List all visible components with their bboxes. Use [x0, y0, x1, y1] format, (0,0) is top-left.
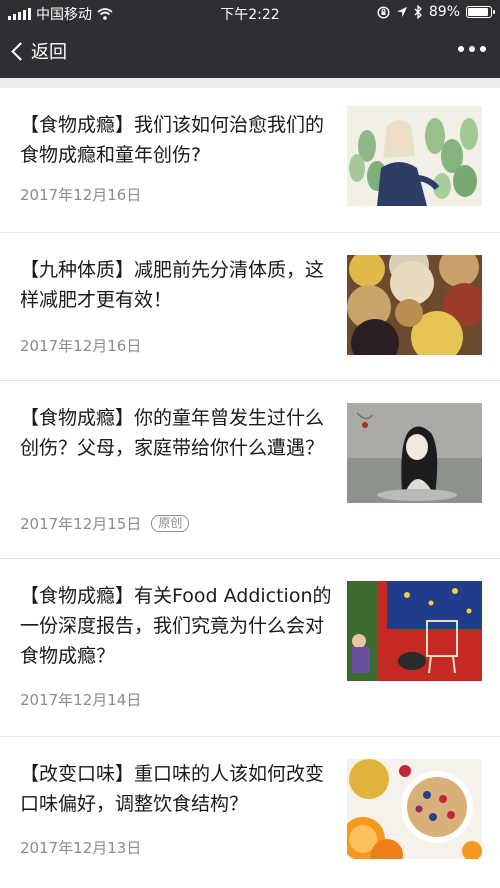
battery-icon — [466, 6, 495, 18]
more-dot — [458, 46, 464, 52]
article-date: 2017年12月15日 — [20, 515, 142, 533]
original-badge: 原创 — [151, 515, 190, 532]
article-title: 【食物成瘾】你的童年曾发生过什么创伤？父母，家庭带给你什么遭遇？ — [20, 407, 325, 459]
location-icon — [396, 7, 407, 17]
article-date: 2017年12月16日 — [20, 337, 142, 355]
article-item[interactable]: 【九种体质】减肥前先分清体质，这样减肥才更有效！ 2017年12月16日 — [0, 233, 500, 381]
article-thumbnail — [347, 403, 482, 503]
more-button[interactable] — [458, 46, 486, 52]
orientation-lock-icon — [377, 5, 390, 19]
battery-fill — [468, 8, 488, 16]
article-meta: 2017年12月16日 — [20, 184, 141, 205]
status-bar: 中国移动 下午2:22 89% — [0, 0, 500, 26]
article-title: 【食物成瘾】有关Food Addiction的一份深度报告，我们究竟为什么会对食… — [20, 585, 332, 667]
article-item[interactable]: 【食物成瘾】有关Food Addiction的一份深度报告，我们究竟为什么会对食… — [0, 559, 500, 737]
article-meta: 2017年12月15日 原创 — [20, 513, 190, 534]
article-date: 2017年12月14日 — [20, 691, 142, 709]
article-meta: 2017年12月16日 — [20, 335, 141, 356]
article-meta: 2017年12月14日 — [20, 689, 141, 710]
article-thumbnail — [347, 255, 482, 355]
nav-bar: 返回 — [0, 26, 500, 78]
more-dot — [480, 46, 486, 52]
status-right: 89% — [377, 4, 495, 20]
article-thumbnail — [347, 581, 482, 681]
article-title: 【九种体质】减肥前先分清体质，这样减肥才更有效！ — [20, 259, 325, 311]
article-title: 【食物成瘾】我们该如何治愈我们的食物成瘾和童年创伤? — [20, 114, 325, 166]
article-item[interactable]: 【食物成瘾】我们该如何治愈我们的食物成瘾和童年创伤? 2017年12月16日 — [0, 88, 500, 233]
article-thumbnail — [347, 759, 482, 859]
back-label: 返回 — [31, 42, 67, 63]
chevron-left-icon — [11, 41, 30, 61]
battery-percent: 89% — [428, 4, 460, 20]
article-date: 2017年12月13日 — [20, 839, 142, 857]
article-date: 2017年12月16日 — [20, 186, 142, 204]
more-dot — [469, 46, 475, 52]
article-meta: 2017年12月13日 — [20, 837, 141, 858]
article-list: 【食物成瘾】我们该如何治愈我们的食物成瘾和童年创伤? 2017年12月16日 【… — [0, 88, 500, 888]
back-button[interactable]: 返回 — [10, 38, 67, 64]
article-title: 【改变口味】重口味的人该如何改变口味偏好，调整饮食结构？ — [20, 763, 325, 815]
article-item[interactable]: 【改变口味】重口味的人该如何改变口味偏好，调整饮食结构？ 2017年12月13日 — [0, 737, 500, 888]
article-item[interactable]: 【食物成瘾】你的童年曾发生过什么创伤？父母，家庭带给你什么遭遇？ 2017年12… — [0, 381, 500, 559]
bluetooth-icon — [414, 5, 422, 19]
article-thumbnail — [347, 106, 482, 206]
